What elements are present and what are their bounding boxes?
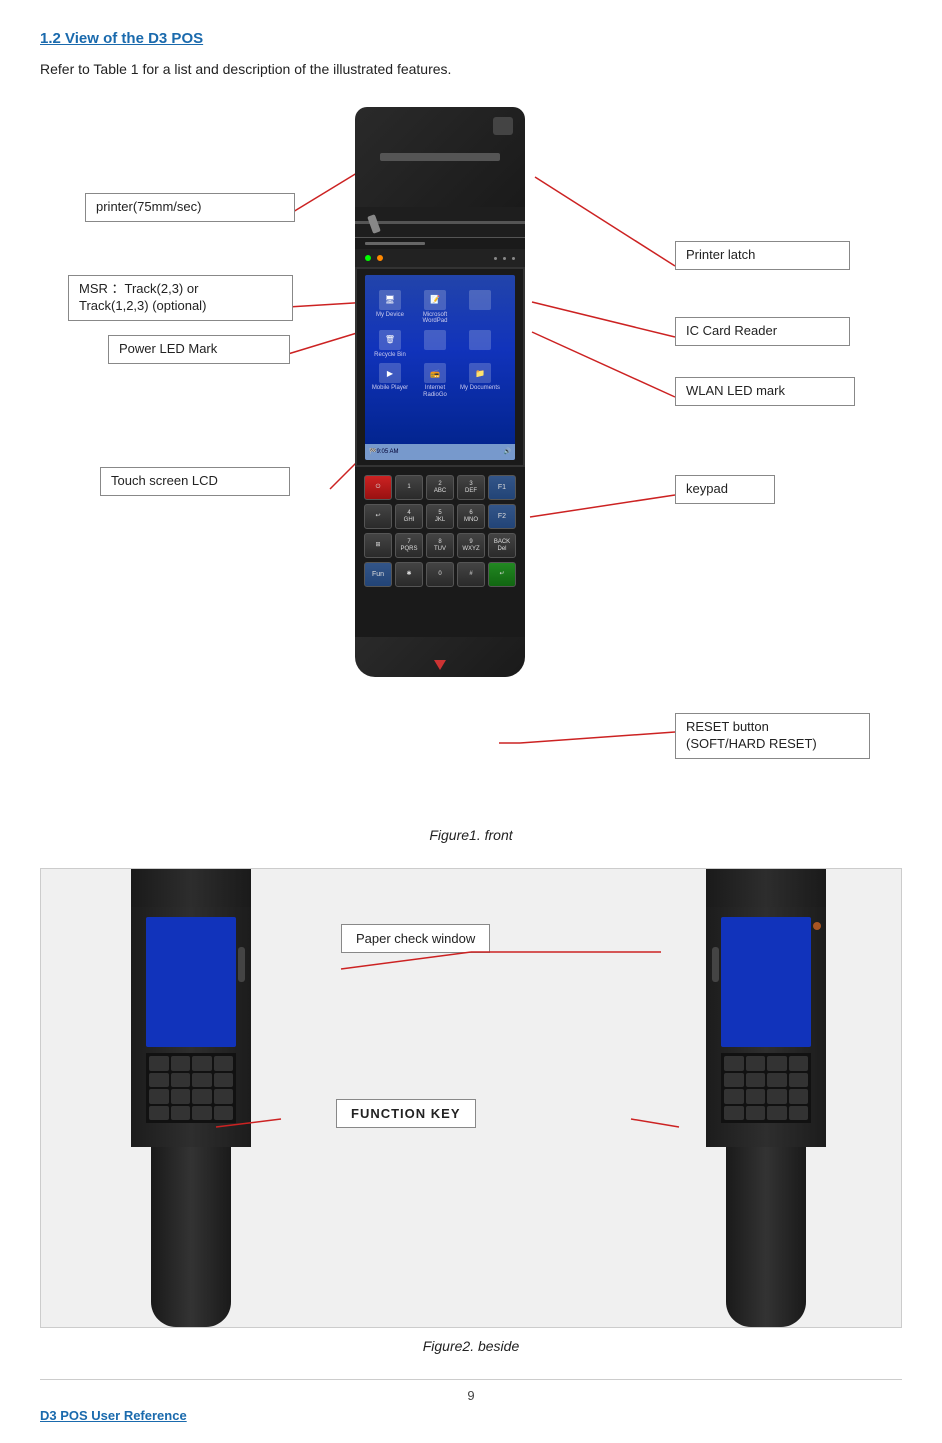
key-1: 1 [395, 475, 423, 500]
figure1-caption: Figure1. front [40, 827, 902, 843]
label-touch-screen: Touch screen LCD [100, 467, 290, 496]
key-power: ⏻ [364, 475, 392, 500]
device-screen-area: 🖥 My Device 📝 Microsoft WordPad 🗑 Recycl… [355, 267, 525, 467]
device-screen: 🖥 My Device 📝 Microsoft WordPad 🗑 Recycl… [365, 275, 515, 460]
key-star: ✱ [395, 562, 423, 587]
power-led-dot [365, 255, 371, 261]
device-printer-top [355, 107, 525, 207]
label-printer: printer(75mm/sec) [85, 193, 295, 222]
key-f2: F2 [488, 504, 516, 529]
printer-slot [380, 153, 500, 161]
label-printer-latch: Printer latch [675, 241, 850, 270]
key-misc: ⊞ [364, 533, 392, 558]
key-2: 2ABC [426, 475, 454, 500]
device-msr-area [355, 207, 525, 237]
label-reset: RESET button (SOFT/HARD RESET) [675, 713, 870, 759]
key-8: 8TUV [426, 533, 454, 558]
label-wlan-led: WLAN LED mark [675, 377, 855, 406]
label-function-key: FUNCTION KEY [336, 1099, 476, 1128]
key-fun: Fun [364, 562, 392, 587]
figure2-section: Paper check window FUNCTION KEY [40, 868, 902, 1328]
key-5: 5JKL [426, 504, 454, 529]
device-right-side [706, 868, 826, 1327]
key-f1: F1 [488, 475, 516, 500]
device-keypad-area: ⏻ 1 2ABC 3DEF F1 ↩ 4GHI 5JKL 6MNO F2 ⊞ 7… [355, 467, 525, 637]
page-footer: D3 POS User Reference [40, 1408, 902, 1423]
device-led-row [355, 249, 525, 267]
device-front-image: 🖥 My Device 📝 Microsoft WordPad 🗑 Recycl… [340, 107, 540, 747]
device-bottom [355, 637, 525, 677]
key-4: 4GHI [395, 504, 423, 529]
key-enter: ↵ [488, 562, 516, 587]
key-7: 7PQRS [395, 533, 423, 558]
key-9: 9WXYZ [457, 533, 485, 558]
screen-icons: 🖥 My Device 📝 Microsoft WordPad 🗑 Recycl… [370, 290, 500, 399]
label-keypad: keypad [675, 475, 775, 504]
figure1-section: printer(75mm/sec) Printer latch MSR ：Tra… [40, 107, 902, 817]
device-left-side [131, 868, 251, 1327]
label-paper-check: Paper check window [341, 924, 490, 953]
screen-taskbar: 🏁 9:05 AM 🔊 [365, 444, 515, 460]
page-title: 1.2 View of the D3 POS [40, 30, 902, 47]
page-number: 9 [40, 1379, 902, 1403]
key-back: ↩ [364, 504, 392, 529]
key-hash: # [457, 562, 485, 587]
wlan-led-dot [377, 255, 383, 261]
label-ic-card: IC Card Reader [675, 317, 850, 346]
intro-text: Refer to Table 1 for a list and descript… [40, 61, 902, 77]
key-0: 0 [426, 562, 454, 587]
label-power-led: Power LED Mark [108, 335, 290, 364]
key-backspace: BACKDel [488, 533, 516, 558]
label-msr: MSR ：Track(2,3) or Track(1,2,3) (optiona… [68, 275, 293, 321]
reset-arrow [434, 660, 446, 670]
key-6: 6MNO [457, 504, 485, 529]
key-3: 3DEF [457, 475, 485, 500]
